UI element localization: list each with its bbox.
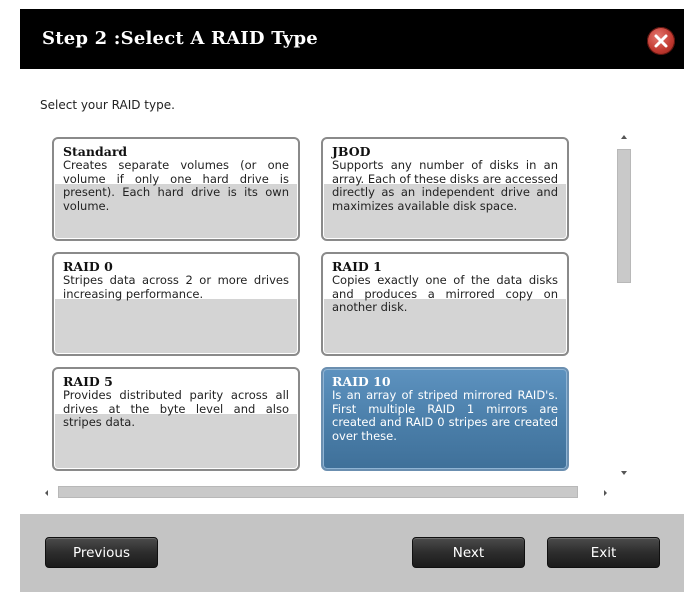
scroll-right-icon [604, 490, 607, 496]
raid-option-description: Is an array of striped mirrored RAID's. … [332, 388, 558, 443]
scroll-down-button[interactable] [616, 465, 632, 479]
raid-option-title: JBOD [332, 144, 371, 159]
next-button[interactable]: Next [412, 537, 525, 568]
raid-option-title: RAID 1 [332, 259, 382, 274]
raid-option-description: Supports any number of disks in an array… [332, 158, 558, 213]
close-icon [654, 34, 668, 48]
vertical-scroll-thumb[interactable] [617, 149, 631, 283]
title-bar: Step 2 :Select A RAID Type [20, 9, 684, 69]
raid-option-jbod[interactable]: JBOD Supports any number of disks in an … [321, 137, 569, 241]
scroll-right-button[interactable] [598, 485, 612, 499]
raid-options-grid: Standard Creates separate volumes (or on… [40, 129, 613, 479]
raid-option-title: RAID 5 [63, 374, 113, 389]
previous-button[interactable]: Previous [45, 537, 158, 568]
raid-option-description: Creates separate volumes (or one volume … [63, 158, 289, 213]
scroll-up-button[interactable] [616, 129, 632, 143]
button-bar: Previous Next Exit [20, 514, 684, 592]
exit-button[interactable]: Exit [547, 537, 660, 568]
instruction-text: Select your RAID type. [40, 98, 175, 112]
raid-option-raid1[interactable]: RAID 1 Copies exactly one of the data di… [321, 252, 569, 356]
vertical-scrollbar[interactable] [616, 129, 632, 479]
scroll-down-icon [621, 471, 627, 475]
horizontal-scrollbar[interactable] [40, 485, 612, 499]
raid-option-raid5[interactable]: RAID 5 Provides distributed parity acros… [52, 367, 300, 471]
raid-option-title: RAID 0 [63, 259, 113, 274]
raid-option-description: Stripes data across 2 or more drives inc… [63, 273, 289, 301]
raid-option-title: Standard [63, 144, 128, 159]
close-button[interactable] [647, 27, 675, 55]
raid-option-description: Provides distributed parity across all d… [63, 388, 289, 429]
raid-option-raid0[interactable]: RAID 0 Stripes data across 2 or more dri… [52, 252, 300, 356]
dialog-title: Step 2 :Select A RAID Type [42, 28, 318, 49]
scroll-up-icon [621, 135, 627, 139]
raid-wizard-dialog: Step 2 :Select A RAID Type Select your R… [20, 9, 684, 592]
raid-option-raid10[interactable]: RAID 10 Is an array of striped mirrored … [321, 367, 569, 471]
raid-option-title: RAID 10 [332, 374, 391, 389]
raid-option-standard[interactable]: Standard Creates separate volumes (or on… [52, 137, 300, 241]
scroll-left-button[interactable] [40, 485, 54, 499]
raid-option-description: Copies exactly one of the data disks and… [332, 273, 558, 314]
horizontal-scroll-thumb[interactable] [58, 486, 578, 498]
scroll-left-icon [45, 490, 48, 496]
